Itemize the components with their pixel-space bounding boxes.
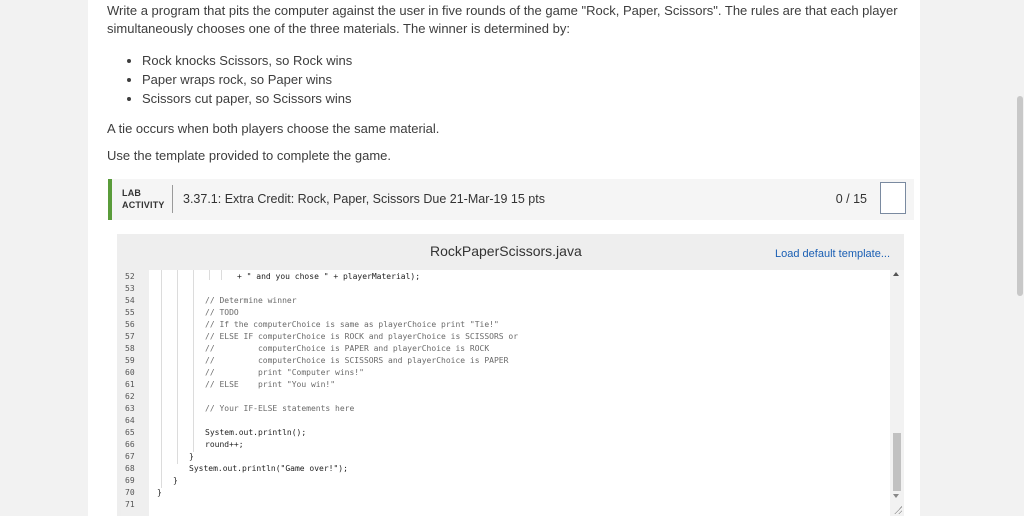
content-page: Write a program that pits the computer a… [88,0,920,516]
intro-paragraph: Write a program that pits the computer a… [107,3,898,36]
rules-list: Rock knocks Scissors, so Rock wins Paper… [128,51,352,108]
line-number: 56 [125,320,135,329]
editor-scrollbar[interactable] [890,270,904,516]
template-note: Use the template provided to complete th… [107,148,391,163]
line-number: 58 [125,344,135,353]
line-number: 68 [125,464,135,473]
resize-grip-icon[interactable] [894,506,902,514]
lab-tag-line2: ACTIVITY [122,200,165,210]
line-number: 67 [125,452,135,461]
line-number: 62 [125,392,135,401]
rule-item: Scissors cut paper, so Scissors wins [142,89,352,108]
code-comment: // ELSE print "You win!" [205,380,336,389]
line-number: 65 [125,428,135,437]
line-number: 69 [125,476,135,485]
code-line: System.out.println(); [205,428,307,437]
code-line: + " and you chose " + playerMaterial); [237,272,421,281]
indent-guide [161,270,162,488]
scroll-down-arrow-icon[interactable] [893,494,899,498]
line-number: 64 [125,416,135,425]
code-editor[interactable]: 52 53 54 55 56 57 58 59 60 61 62 63 64 6… [121,270,904,516]
line-number: 66 [125,440,135,449]
code-line: System.out.println("Game over!"); [189,464,348,473]
indent-guide [193,270,194,452]
page-scrollbar-thumb[interactable] [1017,96,1023,296]
tie-note: A tie occurs when both players choose th… [107,121,440,136]
completion-box-icon [880,182,906,214]
file-name: RockPaperScissors.java [430,243,582,259]
indent-guide [177,270,178,464]
line-number: 61 [125,380,135,389]
line-number-gutter: 52 53 54 55 56 57 58 59 60 61 62 63 64 6… [121,270,149,516]
scrollbar-thumb[interactable] [893,433,901,491]
code-comment: // Your IF-ELSE statements here [205,404,355,413]
scroll-up-arrow-icon[interactable] [893,272,899,276]
lab-title: 3.37.1: Extra Credit: Rock, Paper, Sciss… [183,192,545,206]
code-comment: // TODO [205,308,239,317]
line-number: 54 [125,296,135,305]
code-comment: // print "Computer wins!" [205,368,364,377]
lab-score: 0 / 15 [835,192,867,206]
lab-activity-tag: LAB ACTIVITY [122,187,165,211]
line-number: 55 [125,308,135,317]
code-comment: // computerChoice is SCISSORS and player… [205,356,509,365]
code-line: } [173,476,178,485]
code-line: } [157,488,162,497]
divider [172,185,173,213]
code-comment: // ELSE IF computerChoice is ROCK and pl… [205,332,519,341]
indent-guide [209,270,210,280]
lab-activity-header[interactable]: LAB ACTIVITY 3.37.1: Extra Credit: Rock,… [108,179,914,220]
load-default-template-link[interactable]: Load default template... [775,248,890,260]
line-number: 53 [125,284,135,293]
code-comment: // Determine winner [205,296,297,305]
rule-item: Paper wraps rock, so Paper wins [142,70,352,89]
rule-item: Rock knocks Scissors, so Rock wins [142,51,352,70]
line-number: 70 [125,488,135,497]
line-number: 71 [125,500,135,509]
line-number: 60 [125,368,135,377]
line-number: 57 [125,332,135,341]
indent-guide [221,270,222,280]
code-comment: // If the computerChoice is same as play… [205,320,499,329]
code-line: } [189,452,194,461]
problem-intro: Write a program that pits the computer a… [107,2,907,38]
code-comment: // computerChoice is PAPER and playerCho… [205,344,490,353]
lab-tag-line1: LAB [122,188,142,198]
line-number: 59 [125,356,135,365]
code-line: round++; [205,440,244,449]
code-editor-panel: RockPaperScissors.java Load default temp… [117,234,904,516]
line-number: 63 [125,404,135,413]
line-number: 52 [125,272,135,281]
page-scrollbar[interactable] [1016,0,1024,516]
